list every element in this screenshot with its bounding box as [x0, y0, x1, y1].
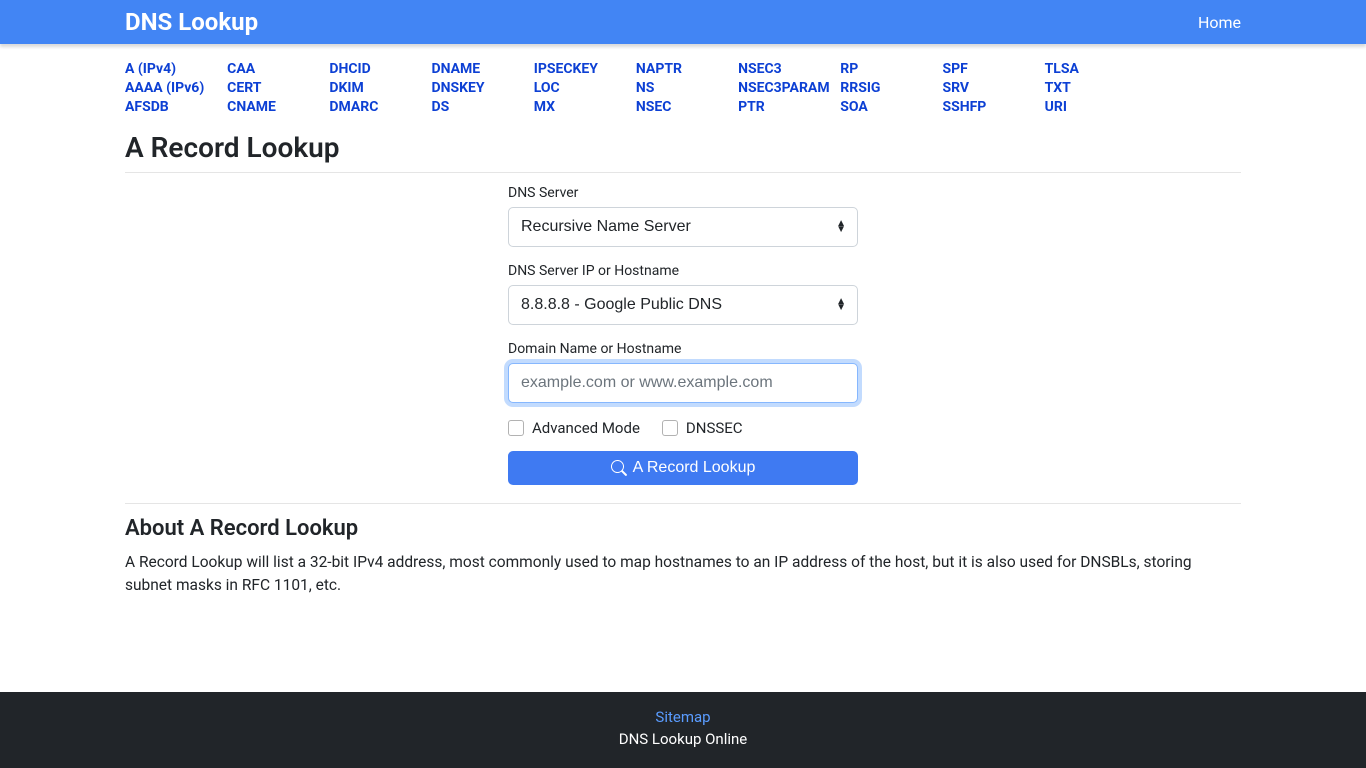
advanced-mode-check[interactable]: Advanced Mode: [508, 419, 640, 437]
dnssec-check[interactable]: DNSSEC: [662, 419, 743, 437]
record-types-col-7: RP RRSIG SOA: [840, 60, 934, 117]
record-link[interactable]: RP: [840, 60, 934, 79]
record-link[interactable]: DS: [432, 98, 526, 117]
record-link[interactable]: SRV: [942, 79, 1036, 98]
dns-server-select[interactable]: Recursive Name Server: [508, 207, 858, 247]
record-link[interactable]: CERT: [227, 79, 321, 98]
record-link[interactable]: DMARC: [329, 98, 423, 117]
dnssec-label: DNSSEC: [686, 419, 743, 437]
advanced-mode-label: Advanced Mode: [532, 419, 640, 437]
record-link[interactable]: CAA: [227, 60, 321, 79]
domain-label: Domain Name or Hostname: [508, 341, 858, 357]
record-types-col-5: NAPTR NS NSEC: [636, 60, 730, 117]
record-types-col-2: DHCID DKIM DMARC: [329, 60, 423, 117]
record-link[interactable]: NSEC: [636, 98, 730, 117]
record-link[interactable]: CNAME: [227, 98, 321, 117]
dns-ip-select[interactable]: 8.8.8.8 - Google Public DNS: [508, 285, 858, 325]
lookup-form: DNS Server Recursive Name Server ▲▼ DNS …: [508, 185, 858, 485]
lookup-button-label: A Record Lookup: [633, 459, 756, 477]
record-types-grid: A (IPv4) AAAA (IPv6) AFSDB CAA CERT CNAM…: [125, 60, 1241, 117]
domain-input[interactable]: [508, 363, 858, 403]
form-divider: [125, 503, 1241, 504]
footer: Sitemap DNS Lookup Online: [0, 692, 1366, 768]
record-link[interactable]: SPF: [942, 60, 1036, 79]
brand-link[interactable]: DNS Lookup: [125, 8, 258, 36]
record-link[interactable]: SOA: [840, 98, 934, 117]
record-link[interactable]: URI: [1045, 98, 1139, 117]
title-divider: [125, 172, 1241, 173]
record-link[interactable]: MX: [534, 98, 628, 117]
record-link[interactable]: DKIM: [329, 79, 423, 98]
record-types-col-spacer: [1147, 60, 1241, 117]
record-link[interactable]: AFSDB: [125, 98, 219, 117]
record-link[interactable]: IPSECKEY: [534, 60, 628, 79]
record-link[interactable]: LOC: [534, 79, 628, 98]
record-types-col-9: TLSA TXT URI: [1045, 60, 1139, 117]
nav-home-link[interactable]: Home: [1198, 13, 1241, 32]
record-link[interactable]: RRSIG: [840, 79, 934, 98]
top-navbar: DNS Lookup Home: [0, 0, 1366, 44]
record-link[interactable]: NS: [636, 79, 730, 98]
page-title: A Record Lookup: [125, 131, 1241, 164]
record-types-col-6: NSEC3 NSEC3PARAM PTR: [738, 60, 832, 117]
record-link[interactable]: NSEC3PARAM: [738, 79, 832, 98]
record-types-col-3: DNAME DNSKEY DS: [432, 60, 526, 117]
search-icon: [611, 460, 627, 476]
dnssec-checkbox[interactable]: [662, 420, 678, 436]
record-link[interactable]: NSEC3: [738, 60, 832, 79]
record-link[interactable]: AAAA (IPv6): [125, 79, 219, 98]
record-types-col-1: CAA CERT CNAME: [227, 60, 321, 117]
main-container: A (IPv4) AAAA (IPv6) AFSDB CAA CERT CNAM…: [113, 44, 1253, 621]
record-link[interactable]: DHCID: [329, 60, 423, 79]
record-link[interactable]: A (IPv4): [125, 60, 219, 79]
record-link[interactable]: PTR: [738, 98, 832, 117]
dns-ip-label: DNS Server IP or Hostname: [508, 263, 858, 279]
footer-sitemap-link[interactable]: Sitemap: [655, 708, 710, 726]
lookup-button[interactable]: A Record Lookup: [508, 451, 858, 485]
record-types-col-4: IPSECKEY LOC MX: [534, 60, 628, 117]
about-title: About A Record Lookup: [125, 516, 1241, 541]
record-link[interactable]: TLSA: [1045, 60, 1139, 79]
record-link[interactable]: DNAME: [432, 60, 526, 79]
record-types-col-0: A (IPv4) AAAA (IPv6) AFSDB: [125, 60, 219, 117]
record-link[interactable]: NAPTR: [636, 60, 730, 79]
footer-tagline: DNS Lookup Online: [619, 730, 748, 748]
record-types-col-8: SPF SRV SSHFP: [942, 60, 1036, 117]
record-link[interactable]: DNSKEY: [432, 79, 526, 98]
record-link[interactable]: SSHFP: [942, 98, 1036, 117]
about-text: A Record Lookup will list a 32-bit IPv4 …: [125, 551, 1241, 598]
record-link[interactable]: TXT: [1045, 79, 1139, 98]
advanced-mode-checkbox[interactable]: [508, 420, 524, 436]
dns-server-label: DNS Server: [508, 185, 858, 201]
